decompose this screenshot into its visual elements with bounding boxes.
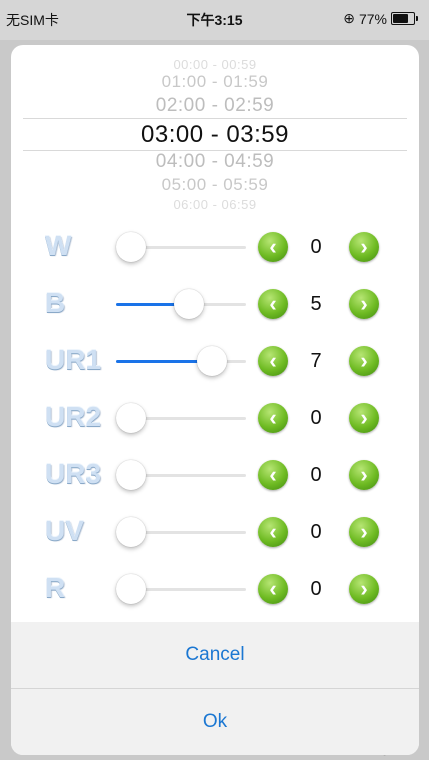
picker-selection-top-line xyxy=(23,118,407,119)
channel-label: UR1 xyxy=(45,344,102,375)
channel-slider[interactable] xyxy=(116,517,246,547)
channel-row-ur1: UR1 ‹ 7 › xyxy=(11,334,419,390)
channel-label: UR2 xyxy=(45,401,102,432)
chevron-left-icon: ‹ xyxy=(269,519,277,544)
slider-thumb[interactable] xyxy=(116,403,146,433)
chevron-right-icon: › xyxy=(360,405,368,430)
picker-row[interactable]: 04:00 - 04:59 xyxy=(11,151,419,173)
channel-slider[interactable] xyxy=(116,289,246,319)
chevron-right-icon: › xyxy=(360,576,368,601)
channel-value: 5 xyxy=(310,293,322,315)
channel-label: UV xyxy=(45,515,84,546)
increase-button[interactable]: › xyxy=(349,460,379,490)
battery-icon xyxy=(391,12,418,25)
decrease-button[interactable]: ‹ xyxy=(258,574,288,604)
status-right: ⊕ 77% xyxy=(343,10,418,27)
channel-label: W xyxy=(45,230,72,261)
decrease-button[interactable]: ‹ xyxy=(258,517,288,547)
slider-thumb[interactable] xyxy=(116,460,146,490)
channel-value: 0 xyxy=(310,407,322,429)
channel-slider[interactable] xyxy=(116,403,246,433)
channel-row-ur3: UR3 ‹ 0 › xyxy=(11,448,419,504)
picker-row[interactable]: 06:00 - 06:59 xyxy=(11,197,419,212)
chevron-left-icon: ‹ xyxy=(269,234,277,259)
chevron-right-icon: › xyxy=(360,234,368,259)
picker-selected-row[interactable]: 03:00 - 03:59 xyxy=(11,121,419,149)
increase-button[interactable]: › xyxy=(349,232,379,262)
chevron-left-icon: ‹ xyxy=(269,291,277,316)
chevron-right-icon: › xyxy=(360,348,368,373)
battery-percent: 77% xyxy=(358,10,387,27)
channel-value: 0 xyxy=(310,521,322,543)
channel-slider[interactable] xyxy=(116,346,246,376)
slider-thumb[interactable] xyxy=(173,289,204,319)
channel-value: 0 xyxy=(310,464,322,486)
time-range-picker[interactable]: 00:00 - 00:59 01:00 - 01:59 02:00 - 02:5… xyxy=(11,55,419,215)
chevron-left-icon: ‹ xyxy=(269,462,277,487)
decrease-button[interactable]: ‹ xyxy=(258,232,288,262)
channel-row-w: W ‹ 0 › xyxy=(11,220,419,276)
slider-thumb[interactable] xyxy=(196,346,227,376)
decrease-button[interactable]: ‹ xyxy=(258,403,288,433)
picker-row[interactable]: 02:00 - 02:59 xyxy=(11,95,419,117)
channel-row-b: B ‹ 5 › xyxy=(11,277,419,333)
decrease-button[interactable]: ‹ xyxy=(258,346,288,376)
channel-slider[interactable] xyxy=(116,574,246,604)
chevron-right-icon: › xyxy=(360,519,368,544)
decrease-button[interactable]: ‹ xyxy=(258,460,288,490)
channel-value: 0 xyxy=(310,578,322,600)
battery-level xyxy=(393,14,409,23)
increase-button[interactable]: › xyxy=(349,517,379,547)
decrease-button[interactable]: ‹ xyxy=(258,289,288,319)
picker-row[interactable]: 05:00 - 05:59 xyxy=(11,175,419,195)
slider-thumb[interactable] xyxy=(116,517,146,547)
channel-label: UR3 xyxy=(45,458,102,489)
channel-label: B xyxy=(45,287,66,318)
channel-row-r: R ‹ 0 › xyxy=(11,562,419,618)
chevron-left-icon: ‹ xyxy=(269,405,277,430)
slider-thumb[interactable] xyxy=(116,232,146,262)
increase-button[interactable]: › xyxy=(349,346,379,376)
channel-slider[interactable] xyxy=(116,232,246,262)
chevron-left-icon: ‹ xyxy=(269,576,277,601)
channel-row-ur2: UR2 ‹ 0 › xyxy=(11,391,419,447)
increase-button[interactable]: › xyxy=(349,574,379,604)
status-bar: 无SIM卡 下午3:15 ⊕ 77% xyxy=(0,0,429,40)
channel-value: 0 xyxy=(310,236,322,258)
increase-button[interactable]: › xyxy=(349,289,379,319)
chevron-right-icon: › xyxy=(360,291,368,316)
chevron-right-icon: › xyxy=(360,462,368,487)
channel-value: 7 xyxy=(310,350,322,372)
ok-button[interactable]: Ok xyxy=(11,689,419,755)
slider-thumb[interactable] xyxy=(116,574,146,604)
channel-label: R xyxy=(45,572,66,603)
picker-row[interactable]: 01:00 - 01:59 xyxy=(11,72,419,92)
cancel-button[interactable]: Cancel xyxy=(11,622,419,688)
channel-slider[interactable] xyxy=(116,460,246,490)
channel-row-uv: UV ‹ 0 › xyxy=(11,505,419,561)
schedule-dialog: 00:00 - 00:59 01:00 - 01:59 02:00 - 02:5… xyxy=(11,45,419,755)
orientation-lock-icon: ⊕ xyxy=(343,10,355,26)
picker-row[interactable]: 00:00 - 00:59 xyxy=(11,57,419,72)
chevron-left-icon: ‹ xyxy=(269,348,277,373)
increase-button[interactable]: › xyxy=(349,403,379,433)
dialog-actions: Cancel Ok xyxy=(11,622,419,755)
